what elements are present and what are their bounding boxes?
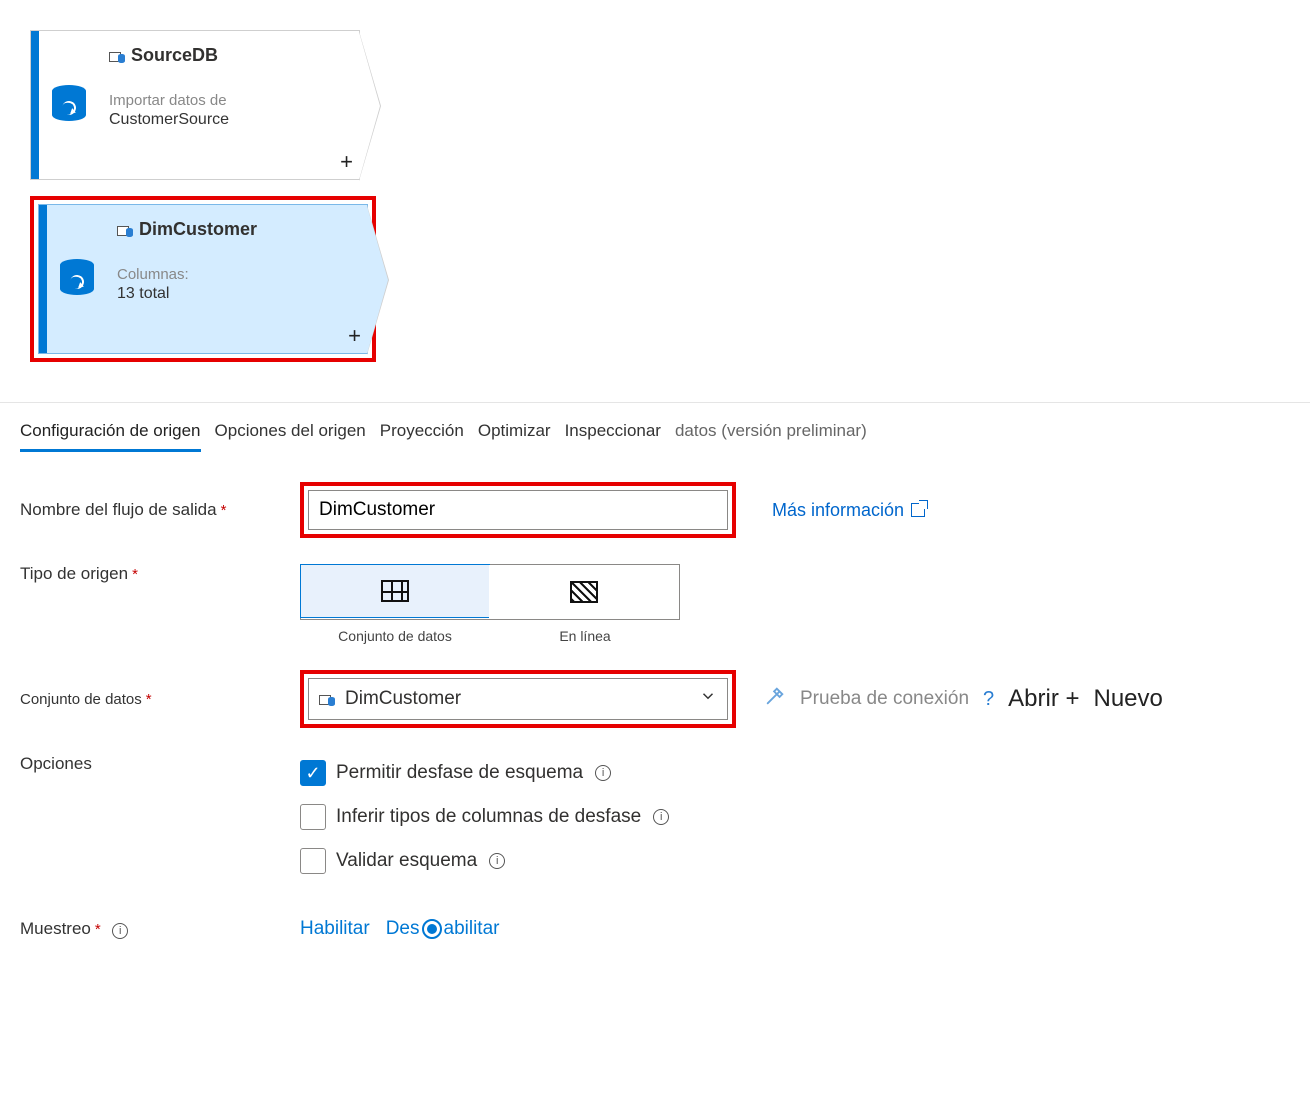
open-dataset-button[interactable]: Abrir +	[1008, 685, 1079, 713]
node-dimcustomer-highlight: DimCustomer Columnas: 13 total +	[30, 196, 376, 362]
source-type-label: Tipo de origen	[20, 564, 290, 584]
dataset-selected-value: DimCustomer	[345, 688, 461, 710]
info-icon[interactable]: i	[489, 853, 505, 869]
add-branch-button[interactable]: +	[348, 323, 361, 349]
dataset-dropdown[interactable]: DimCustomer	[308, 678, 728, 720]
more-info-text: Más información	[772, 500, 904, 520]
node-title: SourceDB	[131, 45, 218, 66]
dataset-icon	[109, 49, 125, 63]
dataset-type-icon	[381, 580, 409, 602]
open-text: Abrir	[1008, 685, 1059, 712]
dataflow-canvas: SourceDB Importar datos de CustomerSourc…	[0, 0, 1310, 378]
inline-type-icon	[570, 581, 598, 603]
node-subtitle: Importar datos de	[109, 92, 349, 109]
more-info-link[interactable]: Más información	[772, 500, 925, 521]
info-icon[interactable]: i	[653, 809, 669, 825]
source-type-inline[interactable]	[489, 565, 679, 619]
dataset-icon	[319, 692, 335, 706]
node-output-arrow	[359, 31, 381, 181]
sampling-label-text: Muestreo	[20, 919, 101, 938]
dataset-caption: Conjunto de datos	[300, 628, 490, 644]
output-stream-input[interactable]	[308, 490, 728, 530]
chevron-down-icon	[699, 687, 717, 711]
node-accent	[39, 205, 47, 353]
plug-icon	[764, 685, 786, 713]
tab-source-config[interactable]: Configuración de origen	[20, 421, 201, 452]
output-stream-highlight	[300, 482, 736, 538]
add-branch-button[interactable]: +	[340, 149, 353, 175]
node-output-arrow	[367, 205, 389, 355]
sampling-label: Muestreo i	[20, 919, 290, 939]
source-db-icon	[47, 205, 107, 353]
validate-schema-checkbox[interactable]	[300, 848, 326, 874]
inline-caption: En línea	[490, 628, 680, 644]
info-icon[interactable]: i	[595, 765, 611, 781]
dataset-dropdown-highlight: DimCustomer	[300, 670, 736, 728]
help-icon[interactable]: ?	[983, 688, 994, 711]
source-tabs: Configuración de origen Opciones del ori…	[0, 403, 1310, 452]
node-detail: 13 total	[117, 285, 357, 303]
dataset-label: Conjunto de datos	[20, 691, 290, 708]
allow-schema-drift-checkbox[interactable]	[300, 760, 326, 786]
tab-projection[interactable]: Proyección	[380, 421, 464, 452]
tab-source-options[interactable]: Opciones del origen	[215, 421, 366, 452]
sampling-disable-label[interactable]: Desabilitar	[386, 918, 500, 940]
node-accent	[31, 31, 39, 179]
test-connection-button[interactable]: Prueba de conexión	[800, 688, 969, 710]
source-type-dataset[interactable]	[300, 564, 490, 618]
node-title: DimCustomer	[139, 219, 257, 240]
external-link-icon	[911, 503, 925, 517]
options-label: Opciones	[20, 754, 290, 774]
sampling-radio-selected[interactable]	[422, 919, 442, 939]
infer-drift-types-checkbox[interactable]	[300, 804, 326, 830]
tab-optimize[interactable]: Optimizar	[478, 421, 551, 452]
sampling-enable-label[interactable]: Habilitar	[300, 918, 370, 940]
new-dataset-button[interactable]: Nuevo	[1094, 685, 1163, 713]
output-stream-label: Nombre del flujo de salida	[20, 500, 290, 520]
source-db-icon	[39, 31, 99, 179]
info-icon[interactable]: i	[112, 923, 128, 939]
node-sourcedb[interactable]: SourceDB Importar datos de CustomerSourc…	[30, 30, 360, 180]
node-dimcustomer[interactable]: DimCustomer Columnas: 13 total +	[38, 204, 368, 354]
tab-data-preview[interactable]: datos (versión preliminar)	[675, 421, 867, 452]
source-type-segment	[300, 564, 680, 620]
tab-inspect[interactable]: Inspeccionar	[565, 421, 661, 452]
infer-drift-types-label: Inferir tipos de columnas de desfase	[336, 806, 641, 828]
sampling-radio-group: Habilitar Desabilitar	[300, 918, 499, 940]
allow-schema-drift-label: Permitir desfase de esquema	[336, 762, 583, 784]
validate-schema-label: Validar esquema	[336, 850, 477, 872]
node-detail: CustomerSource	[109, 111, 349, 129]
dataset-icon	[117, 223, 133, 237]
node-subtitle: Columnas:	[117, 266, 357, 283]
source-settings-form: Nombre del flujo de salida Más informaci…	[0, 452, 1310, 996]
